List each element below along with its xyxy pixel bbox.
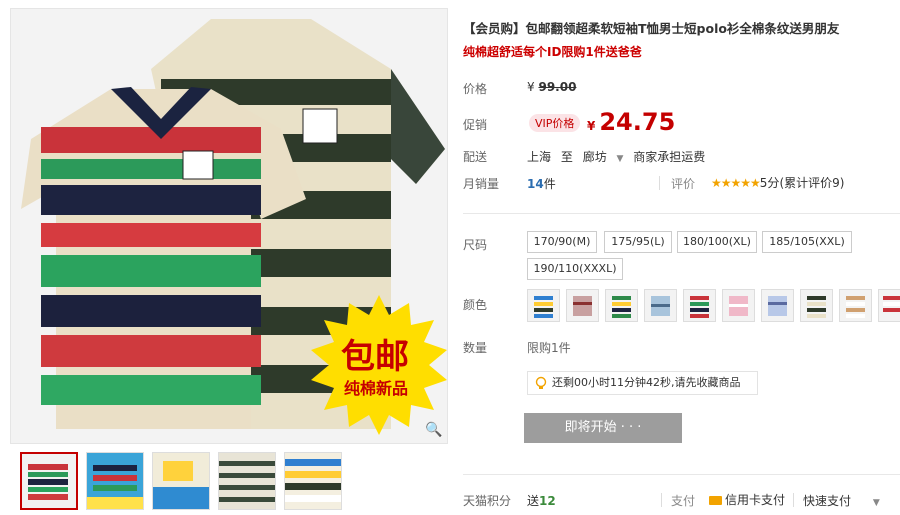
thumbnail-4[interactable] xyxy=(218,452,276,510)
chevron-down-icon[interactable]: ▼ xyxy=(873,498,880,508)
size-option-l[interactable]: 175/95(L) xyxy=(604,231,672,253)
original-price: ¥ 99.00 xyxy=(527,80,576,94)
shipping-destination-select[interactable]: 廊坊 xyxy=(583,150,607,164)
thumbnail-strip xyxy=(20,452,350,510)
shipping-label: 配送 xyxy=(463,150,488,164)
divider xyxy=(659,176,660,190)
color-swatch-10[interactable] xyxy=(878,289,900,322)
tmall-points: 送12 xyxy=(527,492,556,509)
review-summary[interactable]: ★★★★★5分(累计评价9) xyxy=(711,174,844,191)
badge-free-shipping-text: 包邮 xyxy=(341,337,409,377)
points-value: 12 xyxy=(539,494,556,508)
color-swatch-1[interactable] xyxy=(527,289,560,322)
thumbnail-1[interactable] xyxy=(20,452,78,510)
thumbnail-3[interactable] xyxy=(152,452,210,510)
color-swatch-6[interactable] xyxy=(722,289,755,322)
review-count: (累计评价9) xyxy=(779,176,845,190)
currency-symbol: ¥ xyxy=(527,80,535,94)
monthly-sales-unit: 件 xyxy=(543,177,556,191)
divider xyxy=(661,493,662,507)
monthly-sales: 14件 xyxy=(527,175,556,192)
quantity-limit-note: 限购1件 xyxy=(527,341,571,355)
thumbnail-2[interactable] xyxy=(86,452,144,510)
main-product-image[interactable]: 包邮 纯棉新品 🔍 xyxy=(10,8,448,444)
color-swatch-7[interactable] xyxy=(761,289,794,322)
credit-card-payment[interactable]: 信用卡支付 xyxy=(709,491,785,508)
review-score: 5分 xyxy=(759,176,780,190)
countdown-text: 还剩00小时11分钟42秒,请先收藏商品 xyxy=(552,376,741,389)
promo-price: ¥24.75 xyxy=(587,108,675,136)
payment-label: 支付 xyxy=(671,494,696,508)
size-label: 尺码 xyxy=(463,238,488,252)
points-prefix: 送 xyxy=(527,494,540,508)
divider xyxy=(463,213,900,214)
size-option-m[interactable]: 170/90(M) xyxy=(527,231,597,253)
size-option-xxl[interactable]: 185/105(XXL) xyxy=(762,231,852,253)
countdown-notice: 还剩00小时11分钟42秒,请先收藏商品 xyxy=(527,371,758,395)
color-swatch-4[interactable] xyxy=(644,289,677,322)
size-option-xl[interactable]: 180/100(XL) xyxy=(677,231,757,253)
shipping-origin: 上海 xyxy=(527,150,552,164)
color-swatch-5[interactable] xyxy=(683,289,716,322)
review-label: 评价 xyxy=(671,177,696,191)
product-title: 【会员购】包邮翻领超柔软短袖T恤男士短polo衫全棉条纹送男朋友 xyxy=(463,21,840,36)
color-swatch-2[interactable] xyxy=(566,289,599,322)
shipping-fee-note: 商家承担运费 xyxy=(633,150,706,164)
chevron-down-icon[interactable]: ▼ xyxy=(617,154,624,164)
promo-currency-symbol: ¥ xyxy=(587,119,596,133)
monthly-sales-count: 14 xyxy=(527,177,544,191)
quick-pay-label: 快速支付 xyxy=(803,494,852,508)
divider xyxy=(793,493,794,507)
vip-price-tag: VIP价格 xyxy=(529,114,581,132)
monthly-sales-label: 月销量 xyxy=(463,177,500,191)
product-subtitle: 纯棉超舒适每个ID限购1件送爸爸 xyxy=(463,45,642,59)
shipping-route: 上海 至 廊坊 ▼ 商家承担运费 xyxy=(527,148,705,165)
color-swatch-3[interactable] xyxy=(605,289,638,322)
quick-pay-dropdown[interactable]: 快速支付 ▼ xyxy=(803,492,880,509)
promo-price-value: 24.75 xyxy=(599,108,676,136)
star-rating-icon: ★★★★★ xyxy=(711,176,761,190)
price-label: 价格 xyxy=(463,82,488,96)
shipping-to-word: 至 xyxy=(560,150,573,164)
color-swatch-8[interactable] xyxy=(800,289,833,322)
promo-label: 促销 xyxy=(463,118,488,132)
tmall-points-label: 天猫积分 xyxy=(463,494,512,508)
quantity-label: 数量 xyxy=(463,341,488,355)
payment-method: 信用卡支付 xyxy=(725,493,786,507)
size-option-xxxl[interactable]: 190/110(XXXL) xyxy=(527,258,623,280)
zoom-icon[interactable]: 🔍 xyxy=(425,421,443,439)
color-label: 颜色 xyxy=(463,298,488,312)
thumbnail-5[interactable] xyxy=(284,452,342,510)
original-price-value: 99.00 xyxy=(538,80,577,94)
lightbulb-icon xyxy=(535,376,547,389)
credit-card-icon xyxy=(709,496,722,505)
color-swatch-9[interactable] xyxy=(839,289,872,322)
divider xyxy=(463,474,900,475)
product-info-panel: 【会员购】包邮翻领超柔软短袖T恤男士短polo衫全棉条纹送男朋友 纯棉超舒适每个… xyxy=(463,0,900,515)
coming-soon-button[interactable]: 即将开始 · · · xyxy=(524,413,682,443)
badge-new-cotton-text: 纯棉新品 xyxy=(344,379,409,398)
